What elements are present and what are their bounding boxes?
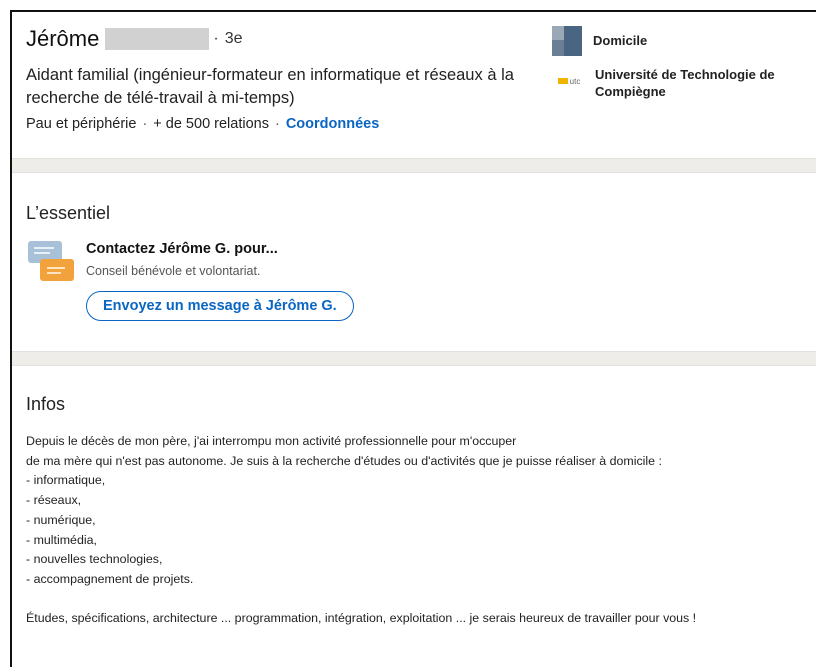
section-title: L’essentiel	[26, 203, 111, 223]
list-item: - informatique,	[26, 473, 106, 488]
school-logo-icon: utc	[552, 66, 584, 96]
list-item: - accompagnement de projets.	[26, 571, 194, 586]
about-intro-line: de ma mère qui n'est pas autonome. Je su…	[26, 453, 662, 468]
contact-title: Contactez Jérôme G. pour...	[86, 241, 278, 257]
education[interactable]: utc Université de Technologie de Compièg…	[552, 66, 795, 100]
about-text: Depuis le décès de mon père, j'ai interr…	[26, 432, 696, 628]
profile-header: Jérôme · 3e Aidant familial (ingénieur-fo…	[12, 12, 816, 158]
contact-info-link[interactable]: Coordonnées	[286, 116, 379, 132]
connections-count[interactable]: + de 500 relations	[153, 116, 269, 132]
send-message-button[interactable]: Envoyez un message à Jérôme G.	[86, 291, 354, 321]
profile-headline: Aidant familial (ingénieur-formateur en …	[26, 66, 514, 107]
list-item: - multimédia,	[26, 532, 97, 547]
current-company[interactable]: Domicile	[552, 26, 793, 56]
list-item: - réseaux,	[26, 493, 82, 508]
school-name: Université de Technologie de Compiègne	[595, 67, 775, 99]
degree-label: 3e	[224, 30, 243, 47]
profile-meta: Pau et périphérie · + de 500 relations · Coo…	[26, 116, 379, 132]
about-intro-line: Depuis le décès de mon père, j'ai interr…	[26, 434, 517, 448]
separator: ·	[142, 116, 148, 132]
essentials-section: L’essentiel Contactez Jérôme G. pour... …	[12, 173, 816, 351]
contact-subtitle: Conseil bénévole et volontariat.	[86, 264, 261, 278]
school-logo-text: utc	[569, 76, 581, 86]
section-divider	[12, 351, 816, 366]
section-title: Infos	[26, 394, 66, 414]
separator: ·	[274, 116, 280, 132]
company-name: Domicile	[593, 33, 648, 48]
name-row: Jérôme · 3e	[26, 26, 242, 52]
profile-page: Jérôme · 3e Aidant familial (ingénieur-fo…	[10, 10, 816, 667]
location: Pau et périphérie	[26, 116, 137, 132]
about-closing: Études, spécifications, architecture ...…	[26, 610, 697, 625]
interests-list: - informatique, - réseaux, - numérique, …	[26, 471, 696, 589]
message-bubbles-icon	[28, 241, 76, 289]
list-item: - numérique,	[26, 512, 96, 527]
list-item: - nouvelles technologies,	[26, 552, 163, 567]
profile-name: Jérôme	[26, 26, 100, 51]
connection-degree: · 3e	[213, 30, 243, 47]
redacted-surname	[105, 28, 210, 50]
company-logo-icon	[552, 26, 582, 56]
section-divider	[12, 158, 816, 173]
